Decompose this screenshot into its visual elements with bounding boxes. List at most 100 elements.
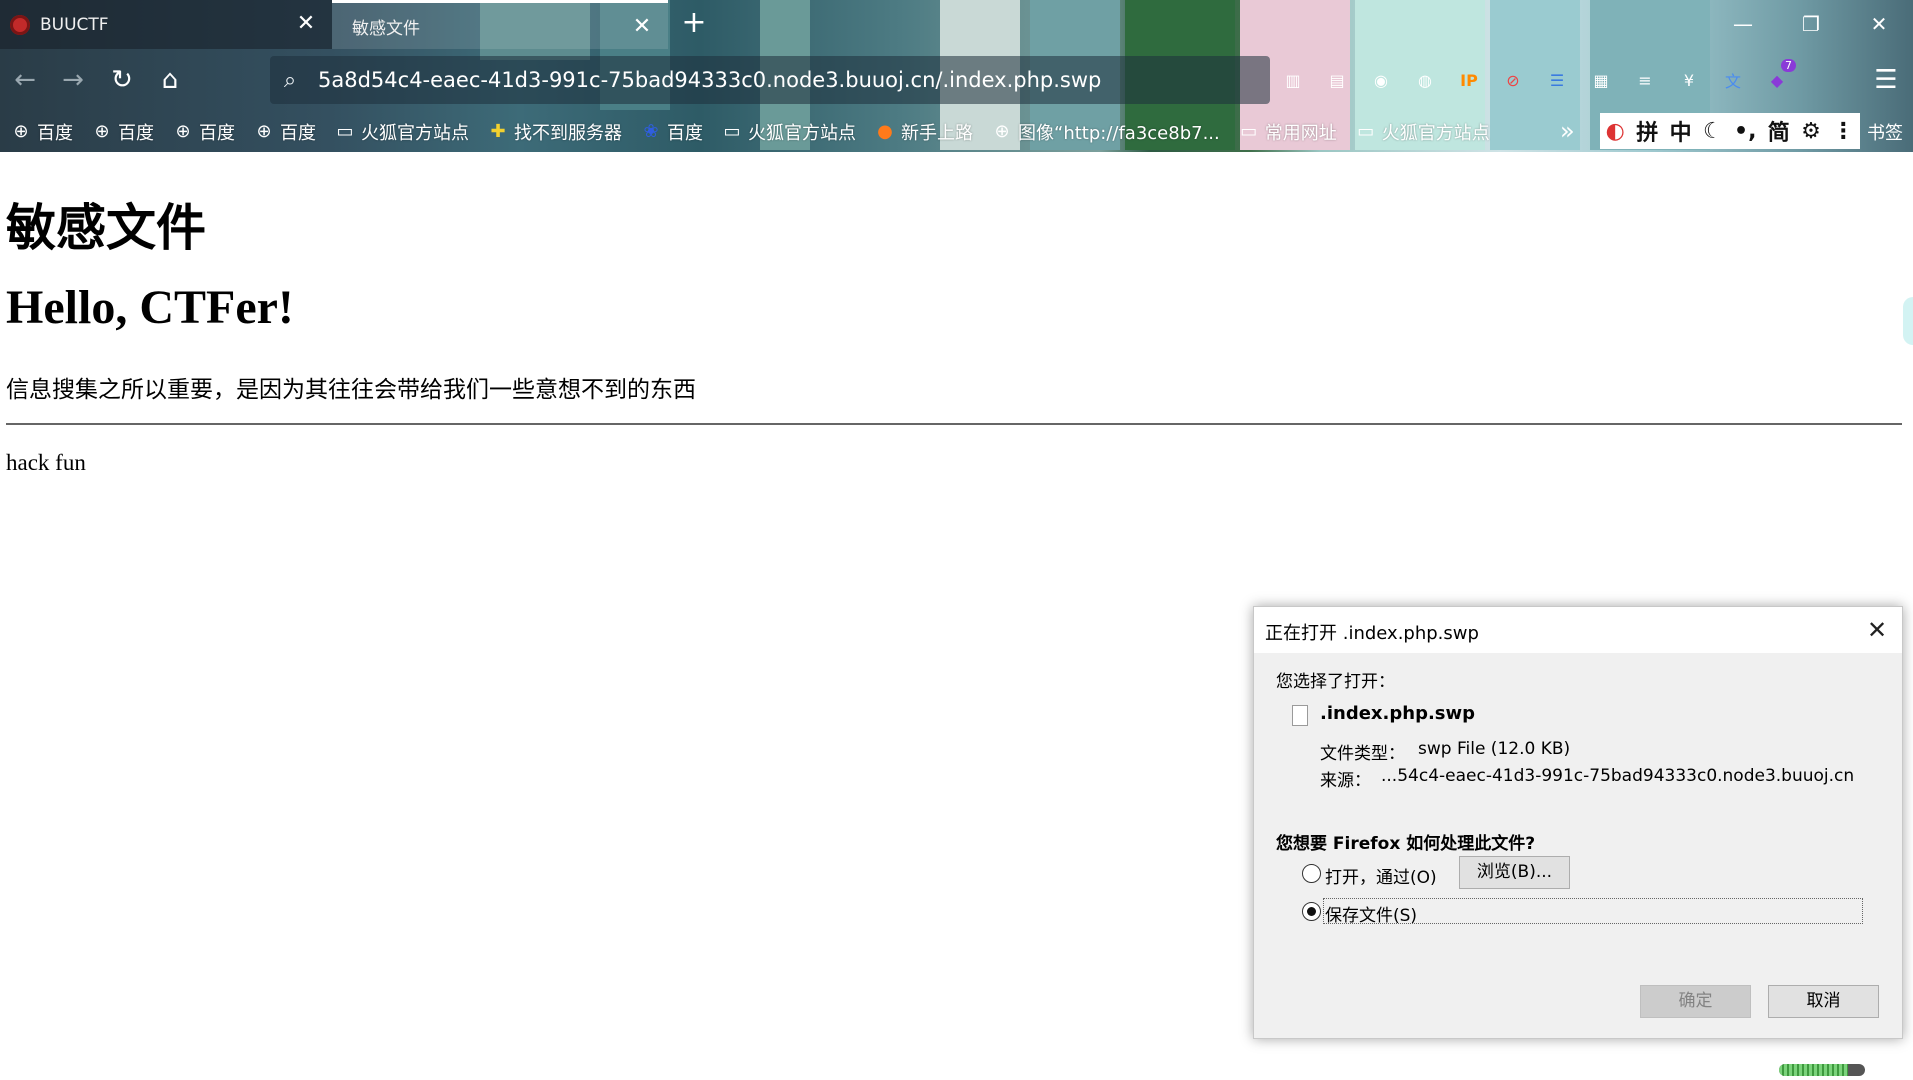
tab-title: 敏感文件	[352, 18, 420, 39]
handling-question: 您想要 Firefox 如何处理此文件?	[1276, 834, 1536, 854]
tab-sensitive-files[interactable]: 敏感文件 ✕	[332, 0, 668, 49]
bookmark-folder[interactable]: ▭ 常用网址	[1238, 117, 1337, 147]
file-type-label: 文件类型：	[1320, 744, 1405, 764]
block-extension-icon[interactable]: ⊘	[1498, 65, 1528, 95]
tab-bar: BUUCTF ✕ 敏感文件 ✕ + — ❐ ✕	[0, 0, 1913, 49]
bookmark-item[interactable]: ⊕ 百度	[172, 117, 235, 147]
ime-toolbar: ◐ 拼 中 ☾ •, 简 ⚙ ⋮	[1600, 113, 1860, 149]
file-type-value: swp File (12.0 KB)	[1418, 739, 1571, 759]
close-tab-icon[interactable]: ✕	[630, 15, 654, 39]
plus-icon: ✚	[490, 121, 506, 142]
globe-icon: ⊕	[256, 121, 272, 142]
home-button[interactable]: ⌂	[151, 61, 189, 99]
bookmarks-toolbar: ⊕ 百度 ⊕ 百度 ⊕ 百度 ⊕ 百度 ▭ 火狐官方站点 ✚ 找不到服务器 ❀ 百度 ▭ 火狐官…	[0, 111, 1913, 152]
download-progress-bar	[1779, 1064, 1865, 1076]
file-icon	[1292, 705, 1308, 726]
ime-simplified[interactable]: 简	[1768, 115, 1790, 147]
badge-extension-icon[interactable]: ◆ 7	[1762, 59, 1796, 95]
side-float-handle[interactable]	[1903, 297, 1913, 345]
folder-icon: ▭	[1357, 121, 1375, 142]
download-dialog: 正在打开 .index.php.swp ✕ 您选择了打开： .index.php…	[1253, 606, 1903, 1039]
url-text[interactable]: 5a8d54c4-eaec-41d3-991c-75bad94333c0.nod…	[318, 68, 1101, 92]
menu-button[interactable]: ☰	[1869, 63, 1903, 97]
bookmark-item[interactable]: ⊕ 百度	[91, 117, 154, 147]
ime-moon-icon[interactable]: ☾	[1703, 119, 1723, 144]
open-with-radio[interactable]	[1302, 864, 1321, 883]
ime-pinyin[interactable]: 拼	[1636, 115, 1658, 147]
forward-button[interactable]: →	[54, 61, 92, 99]
navigation-bar: ← → ↻ ⌂ ⌕ 5a8d54c4-eaec-41d3-991c-75bad9…	[0, 49, 1913, 111]
close-window-button[interactable]: ✕	[1845, 0, 1913, 49]
open-with-label[interactable]: 打开，通过(O)	[1325, 863, 1437, 888]
divider	[6, 423, 1902, 425]
globe-icon: ⊕	[175, 121, 191, 142]
info-paragraph: 信息搜集之所以重要，是因为其往往会带给我们一些意想不到的东西	[6, 377, 696, 403]
firefox-icon: ●	[877, 121, 893, 142]
globe-icon: ⊕	[994, 121, 1010, 142]
page-title: 敏感文件	[6, 199, 206, 257]
bookmark-item[interactable]: ❀ 百度	[640, 117, 703, 147]
globe-icon: ⊕	[13, 121, 29, 142]
ok-button[interactable]: 确定	[1640, 985, 1751, 1018]
source-value: ...54c4-eaec-41d3-991c-75bad94333c0.node…	[1381, 766, 1855, 786]
file-name: .index.php.swp	[1320, 703, 1476, 724]
download-progress-fill	[1779, 1064, 1848, 1076]
account-icon[interactable]: ◉	[1366, 65, 1396, 95]
minimize-button[interactable]: —	[1709, 0, 1777, 49]
extension-badge: 7	[1781, 59, 1796, 72]
browse-button[interactable]: 浏览(B)...	[1459, 856, 1570, 889]
bookmark-item[interactable]: ⊕ 图像“http://fa3ce8b7...	[991, 117, 1219, 147]
list-extension-icon[interactable]: ☰	[1542, 65, 1572, 95]
close-tab-icon[interactable]: ✕	[294, 12, 318, 36]
extension-toolbar: ▥ ▤ ◉ ◍ IP ⊘ ☰ ▦ ≡ ¥ 文 ◆ 7	[1278, 59, 1796, 97]
folder-icon: ▭	[1240, 121, 1258, 142]
globe-icon: ⊕	[94, 121, 110, 142]
hack-text: hack fun	[6, 450, 86, 475]
ime-punctuation-icon[interactable]: •,	[1734, 119, 1756, 144]
bookmarks-menu-label[interactable]: 书签	[1867, 119, 1903, 145]
browser-chrome: BUUCTF ✕ 敏感文件 ✕ + — ❐ ✕ ← → ↻ ⌂ ⌕ 5a8d54…	[0, 0, 1913, 152]
save-file-label[interactable]: 保存文件(S)	[1325, 901, 1417, 926]
folder-icon: ▭	[723, 121, 741, 142]
tab-buuctf[interactable]: BUUCTF ✕	[0, 0, 332, 49]
bookmark-folder[interactable]: ▭ 火狐官方站点	[334, 117, 469, 147]
dialog-title: 正在打开 .index.php.swp	[1265, 623, 1479, 644]
dialog-titlebar: 正在打开 .index.php.swp ✕	[1254, 607, 1902, 653]
bookmark-folder[interactable]: ▭ 火狐官方站点	[721, 117, 856, 147]
tab-title: BUUCTF	[40, 14, 109, 35]
window-controls: — ❐ ✕	[1709, 0, 1913, 49]
paw-icon: ❀	[643, 121, 659, 142]
hello-heading: Hello, CTFer!	[6, 281, 294, 334]
chosen-label: 您选择了打开：	[1276, 672, 1395, 692]
ime-settings-icon[interactable]: ⚙	[1801, 119, 1821, 144]
reload-button[interactable]: ↻	[103, 61, 141, 99]
ime-chinese-mode[interactable]: 中	[1670, 115, 1692, 147]
grid-extension-icon[interactable]: ▦	[1586, 65, 1616, 95]
globe-extension-icon[interactable]: ◍	[1410, 65, 1440, 95]
url-bar[interactable]: ⌕ 5a8d54c4-eaec-41d3-991c-75bad94333c0.n…	[270, 56, 1270, 104]
bookmark-item[interactable]: ⊕ 百度	[10, 117, 73, 147]
lines-extension-icon[interactable]: ≡	[1630, 65, 1660, 95]
reader-view-icon[interactable]: ▤	[1322, 65, 1352, 95]
ime-more-icon[interactable]: ⋮	[1832, 119, 1854, 144]
restore-button[interactable]: ❐	[1777, 0, 1845, 49]
ime-logo-icon[interactable]: ◐	[1606, 119, 1625, 144]
new-tab-button[interactable]: +	[678, 8, 710, 40]
ip-extension-icon[interactable]: IP	[1454, 65, 1484, 95]
bookmark-folder[interactable]: ▭ 火狐官方站点	[1355, 117, 1490, 147]
search-icon: ⌕	[283, 67, 297, 93]
back-button[interactable]: ←	[6, 61, 44, 99]
buuctf-favicon-icon	[10, 14, 30, 35]
bookmark-item[interactable]: ✚ 找不到服务器	[487, 117, 622, 147]
save-file-radio[interactable]	[1302, 902, 1321, 921]
library-icon[interactable]: ▥	[1278, 65, 1308, 95]
source-label: 来源：	[1320, 771, 1371, 791]
yen-extension-icon[interactable]: ¥	[1674, 65, 1704, 95]
bookmark-item[interactable]: ⊕ 百度	[253, 117, 316, 147]
bookmarks-overflow-icon[interactable]: »	[1560, 117, 1575, 145]
close-icon[interactable]: ✕	[1862, 615, 1892, 645]
bookmark-item[interactable]: ● 新手上路	[874, 117, 973, 147]
folder-icon: ▭	[336, 121, 354, 142]
cancel-button[interactable]: 取消	[1768, 985, 1879, 1018]
translate-extension-icon[interactable]: 文	[1718, 65, 1748, 95]
